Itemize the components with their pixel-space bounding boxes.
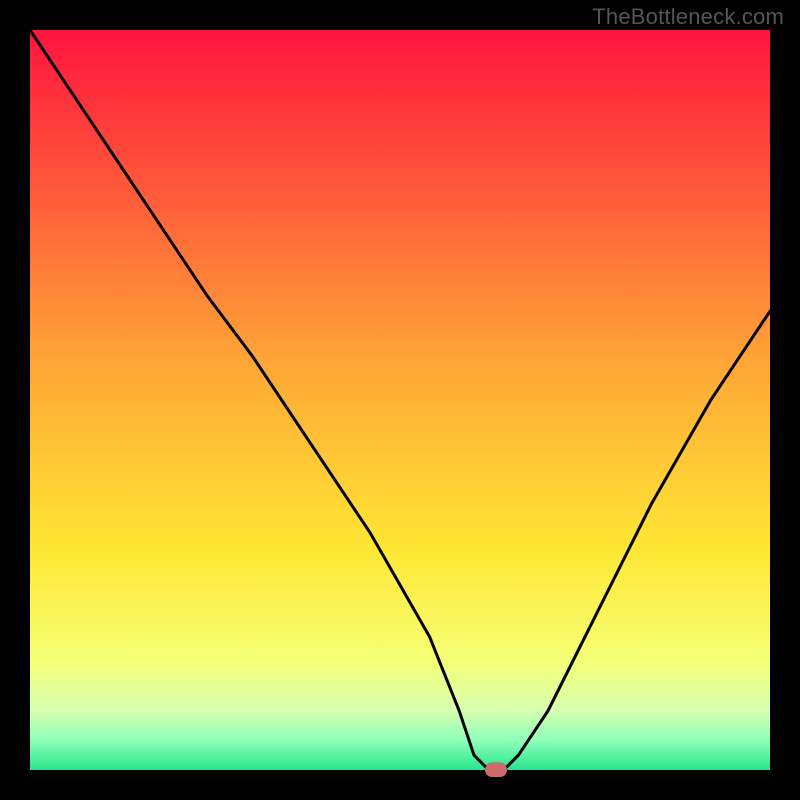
watermark-text: TheBottleneck.com <box>592 4 784 30</box>
optimum-marker <box>485 763 507 777</box>
chart-frame: TheBottleneck.com <box>0 0 800 800</box>
plot-area <box>30 30 770 770</box>
gradient-bg <box>30 30 770 770</box>
bottleneck-chart <box>30 30 770 770</box>
